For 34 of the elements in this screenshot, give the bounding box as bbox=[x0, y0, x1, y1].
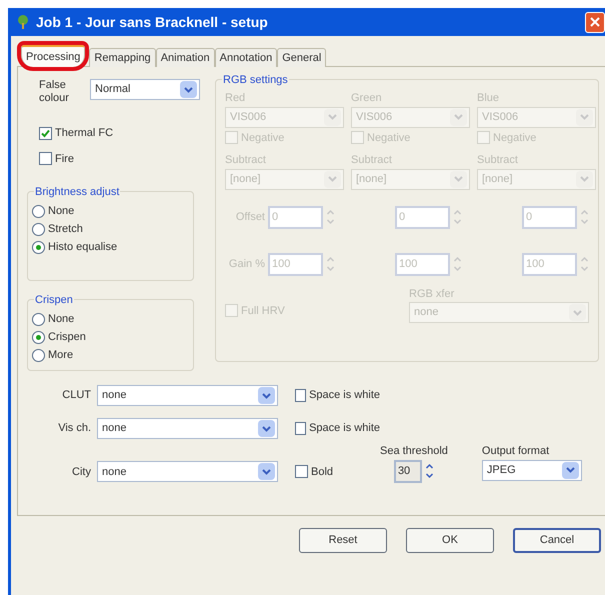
group-title: Crispen bbox=[34, 292, 74, 308]
checkbox-label: Space is white bbox=[309, 388, 380, 404]
field-label: CLUT bbox=[61, 388, 92, 404]
radio-label: None bbox=[48, 312, 74, 327]
tab[interactable]: Remapping bbox=[89, 48, 156, 67]
radio-label: None bbox=[48, 204, 74, 219]
checkbox-label: Fire bbox=[55, 152, 74, 166]
number-field[interactable]: 30 bbox=[394, 460, 422, 482]
radio-label: Histo equalise bbox=[48, 240, 118, 255]
field-label: Output format bbox=[482, 444, 550, 459]
dialog-button[interactable]: OK bbox=[406, 528, 494, 553]
field-label: City bbox=[71, 464, 92, 480]
field-label: False colour bbox=[39, 79, 70, 105]
group-title: Brightness adjust bbox=[34, 184, 120, 200]
dialog-button[interactable]: Cancel bbox=[513, 528, 601, 553]
tab[interactable]: General bbox=[277, 48, 326, 67]
field-label: Vis ch. bbox=[57, 421, 92, 436]
checkbox-label: Bold bbox=[311, 464, 334, 480]
dropdown[interactable]: none bbox=[97, 418, 278, 439]
window-title: Job 1 - Jour sans Bracknell - setup bbox=[36, 12, 268, 32]
output-format-dropdown[interactable]: JPEG bbox=[482, 460, 582, 480]
tab[interactable]: Animation bbox=[156, 48, 215, 67]
radio-label: Crispen bbox=[48, 330, 86, 345]
dropdown[interactable]: none bbox=[97, 385, 278, 406]
checkbox-label: Space is white bbox=[309, 421, 380, 436]
checkbox-label: Thermal FC bbox=[55, 126, 114, 141]
dropdown[interactable]: none bbox=[97, 461, 278, 482]
field-label: Sea threshold bbox=[380, 444, 448, 459]
radio-label: Stretch bbox=[48, 222, 83, 237]
group-title: RGB settings bbox=[222, 72, 289, 88]
dialog-button[interactable]: Reset bbox=[299, 528, 387, 553]
radio-label: More bbox=[48, 348, 74, 363]
tab[interactable]: Annotation bbox=[214, 48, 278, 67]
false-colour-dropdown[interactable]: Normal bbox=[90, 79, 200, 100]
